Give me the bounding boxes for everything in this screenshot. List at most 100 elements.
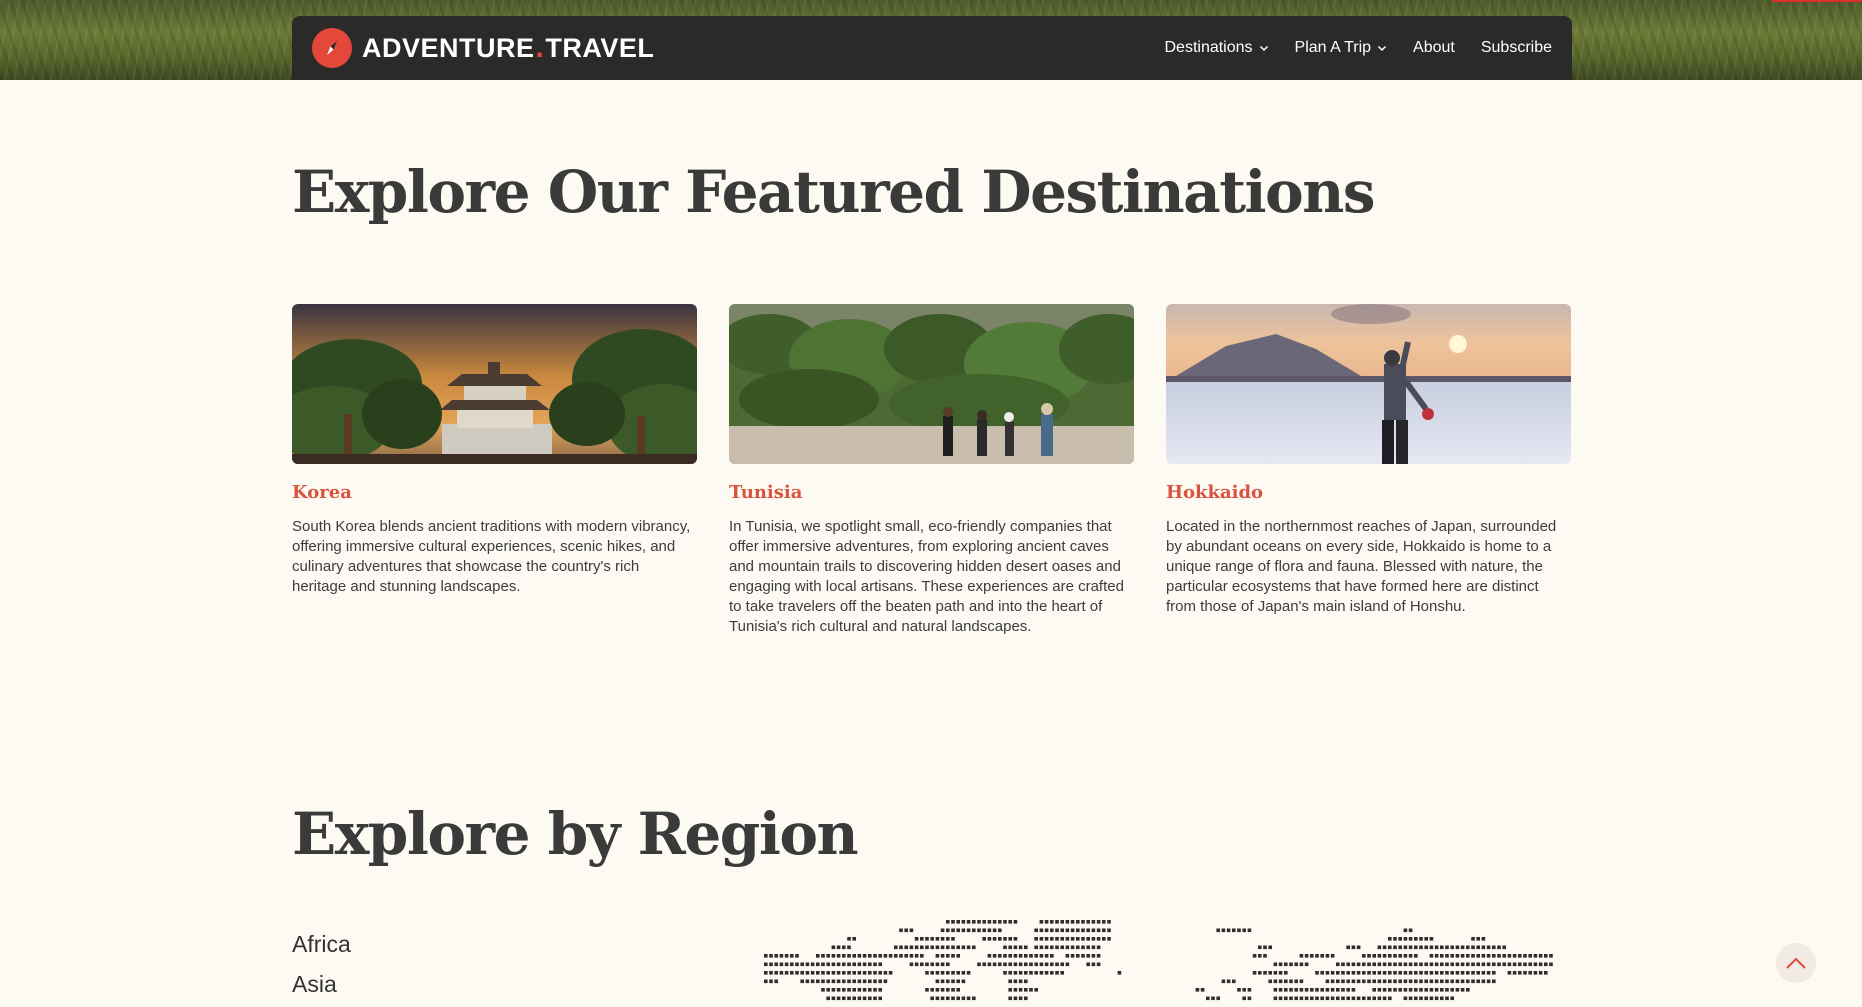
card-title[interactable]: Korea <box>292 482 697 503</box>
map-dot <box>774 962 778 967</box>
map-dot <box>1429 954 1434 958</box>
region-item-africa[interactable]: Africa <box>292 924 351 964</box>
map-dot <box>1065 928 1070 933</box>
region-item-asia[interactable]: Asia <box>292 964 351 1004</box>
map-dot <box>852 954 856 958</box>
map-dot <box>857 996 862 1001</box>
map-dot <box>1414 996 1418 1001</box>
map-dot <box>1008 979 1012 984</box>
map-dot <box>1013 937 1018 941</box>
destination-card-hokkaido[interactable]: Hokkaido Located in the northernmost rea… <box>1166 304 1571 637</box>
map-dot <box>1034 962 1038 967</box>
map-dot <box>790 971 794 975</box>
featured-cards: Korea South Korea blends ancient traditi… <box>292 304 1572 637</box>
map-dot <box>925 937 929 941</box>
map-dot <box>1008 954 1012 958</box>
map-dot <box>1388 954 1392 958</box>
map-dot <box>868 954 872 958</box>
map-dot <box>940 954 945 958</box>
map-dot <box>1466 971 1470 975</box>
map-dot <box>992 954 997 958</box>
tunisia-image[interactable] <box>729 304 1134 464</box>
map-dot <box>826 954 830 958</box>
map-dot <box>1538 962 1543 967</box>
map-dot <box>1440 979 1444 984</box>
map-dot <box>935 954 940 958</box>
map-dot <box>1284 971 1288 975</box>
card-title[interactable]: Hokkaido <box>1166 482 1571 503</box>
map-dot <box>805 971 810 975</box>
scroll-to-top-button[interactable] <box>1776 943 1816 983</box>
map-dot <box>1388 971 1392 975</box>
map-dot <box>1055 971 1059 975</box>
map-dot <box>1029 988 1033 992</box>
map-dot <box>769 971 773 975</box>
map-dot <box>1039 971 1044 975</box>
map-dot <box>966 996 971 1001</box>
map-dot <box>899 928 903 933</box>
map-dot <box>1091 937 1096 941</box>
map-dot <box>1466 945 1470 950</box>
korea-image[interactable] <box>292 304 697 464</box>
nav-destinations[interactable]: Destinations <box>1164 39 1268 57</box>
brand-name: ADVENTURE . TRAVEL <box>362 31 654 65</box>
map-dot <box>1055 937 1059 941</box>
map-dot <box>909 945 914 950</box>
map-dot <box>930 945 934 950</box>
map-dot <box>1034 988 1038 992</box>
map-dot <box>1408 996 1413 1001</box>
map-dot <box>1471 954 1475 958</box>
map-dot <box>1398 971 1402 975</box>
map-dot <box>987 928 992 933</box>
map-dot <box>1408 937 1413 941</box>
map-dot <box>769 979 773 984</box>
map-dot <box>1528 954 1532 958</box>
map-dot <box>1393 971 1397 975</box>
map-dot <box>1362 962 1366 967</box>
nav-about[interactable]: About <box>1413 39 1455 57</box>
map-dot <box>769 954 773 958</box>
map-dot <box>1481 962 1486 967</box>
brand-logo[interactable]: ADVENTURE . TRAVEL <box>312 28 654 68</box>
map-dot <box>1455 971 1460 975</box>
map-dot <box>1434 954 1439 958</box>
map-dot <box>946 979 950 984</box>
map-dot <box>1414 945 1418 950</box>
map-dot <box>1008 971 1012 975</box>
destination-card-korea[interactable]: Korea South Korea blends ancient traditi… <box>292 304 697 637</box>
map-dot <box>1008 937 1012 941</box>
map-dot <box>1044 971 1049 975</box>
map-dot <box>1440 996 1444 1001</box>
map-dot <box>956 971 960 975</box>
card-title[interactable]: Tunisia <box>729 482 1134 503</box>
map-dot <box>951 937 955 941</box>
map-dot <box>925 988 929 992</box>
hokkaido-image[interactable] <box>1166 304 1571 464</box>
map-dot <box>1284 988 1288 992</box>
world-map[interactable] <box>764 918 1554 1007</box>
map-dot <box>1450 971 1454 975</box>
map-dot <box>1039 928 1044 933</box>
map-dot <box>1450 988 1454 992</box>
map-dot <box>883 971 888 975</box>
map-dot <box>1200 988 1205 992</box>
destination-card-tunisia[interactable]: Tunisia In Tunisia, we spotlight small, … <box>729 304 1134 637</box>
map-dot <box>1024 988 1028 992</box>
nav-plan-a-trip[interactable]: Plan A Trip <box>1295 39 1388 57</box>
map-dot <box>852 962 856 967</box>
map-dot <box>873 979 877 984</box>
map-dot <box>1388 979 1392 984</box>
map-dot <box>805 962 810 967</box>
map-dot <box>1330 971 1335 975</box>
map-dot <box>1445 979 1449 984</box>
map-dot <box>951 979 955 984</box>
map-dot <box>1107 920 1111 924</box>
map-dot <box>784 971 789 975</box>
map-dot <box>1252 954 1257 958</box>
map-dot <box>878 971 882 975</box>
map-dot <box>1107 928 1111 933</box>
map-dot <box>1258 954 1262 958</box>
map-dot <box>1268 945 1272 950</box>
nav-subscribe[interactable]: Subscribe <box>1481 39 1552 57</box>
map-dot <box>1356 962 1361 967</box>
